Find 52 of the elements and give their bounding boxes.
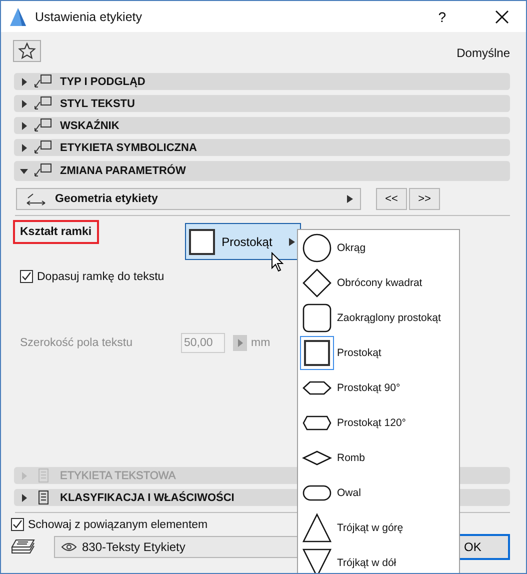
expander-icon[interactable] bbox=[20, 167, 28, 175]
next-page-button[interactable]: >> bbox=[409, 188, 440, 210]
app-logo-icon bbox=[9, 6, 27, 26]
square-icon bbox=[302, 338, 332, 368]
section-header[interactable]: ZMIANA PARAMETRÓW bbox=[14, 161, 510, 181]
layers-icon bbox=[10, 538, 36, 556]
checkbox-label: Dopasuj ramkę do tekstu bbox=[37, 270, 164, 282]
circle-icon bbox=[302, 232, 332, 262]
square-icon bbox=[188, 228, 215, 254]
section-header[interactable]: ETYKIETA SYMBOLICZNA bbox=[14, 139, 510, 156]
unit-label: mm bbox=[251, 337, 270, 349]
label-arrow-icon bbox=[33, 163, 53, 179]
label-arrow-icon bbox=[33, 96, 53, 112]
label-arrow-icon bbox=[33, 118, 53, 134]
window-title: Ustawienia etykiety bbox=[35, 10, 143, 24]
mouse-cursor-icon bbox=[271, 252, 285, 272]
rounded-square-icon bbox=[302, 302, 332, 332]
checkbox[interactable] bbox=[20, 270, 33, 283]
text-width-label: Szerokość pola tekstu bbox=[20, 337, 134, 349]
checkbox-label: Schowaj z powiązanym elementem bbox=[28, 518, 208, 530]
caret-icon bbox=[347, 195, 353, 203]
section-header[interactable]: TYP I PODGLĄD bbox=[14, 73, 510, 90]
previous-page-button[interactable]: << bbox=[376, 188, 407, 210]
label-arrow-icon bbox=[33, 140, 53, 156]
section-header[interactable]: WSKAŹNIK bbox=[14, 117, 510, 134]
close-icon[interactable] bbox=[494, 8, 510, 24]
layer-name: 830-Teksty Etykiety bbox=[82, 540, 186, 554]
menu-item[interactable]: Okrąg bbox=[298, 230, 459, 265]
page-dropdown[interactable]: Geometria etykiety bbox=[16, 188, 361, 210]
menu-item[interactable]: Prostokąt 120° bbox=[298, 405, 459, 440]
favorites-button[interactable] bbox=[13, 40, 41, 62]
diamond-icon bbox=[302, 268, 332, 298]
checkbox[interactable] bbox=[11, 518, 24, 531]
menu-item[interactable]: Obrócony kwadrat bbox=[298, 265, 459, 300]
triangle-up-icon bbox=[302, 512, 332, 542]
defaults-label: Domyślne bbox=[456, 46, 510, 60]
frame-shape-dropdown[interactable]: Prostokąt bbox=[184, 223, 301, 260]
expander-icon[interactable] bbox=[20, 100, 28, 108]
frame-shape-label: Kształt ramki bbox=[13, 220, 99, 244]
dimension-icon bbox=[25, 192, 47, 206]
expander-icon[interactable] bbox=[20, 144, 28, 152]
expander-icon[interactable] bbox=[20, 494, 28, 502]
eye-icon bbox=[61, 542, 77, 552]
section-header[interactable]: STYL TEKSTU bbox=[14, 95, 510, 112]
expander-icon[interactable] bbox=[20, 78, 28, 86]
menu-item[interactable]: Prostokąt 90° bbox=[298, 370, 459, 405]
caret-icon bbox=[288, 238, 295, 246]
menu-item[interactable]: Zaokrąglony prostokąt bbox=[298, 300, 459, 335]
help-button[interactable]: ? bbox=[438, 8, 446, 24]
expander-icon[interactable] bbox=[20, 122, 28, 130]
label-arrow-icon bbox=[33, 74, 53, 90]
menu-item[interactable]: Prostokąt bbox=[298, 335, 459, 370]
